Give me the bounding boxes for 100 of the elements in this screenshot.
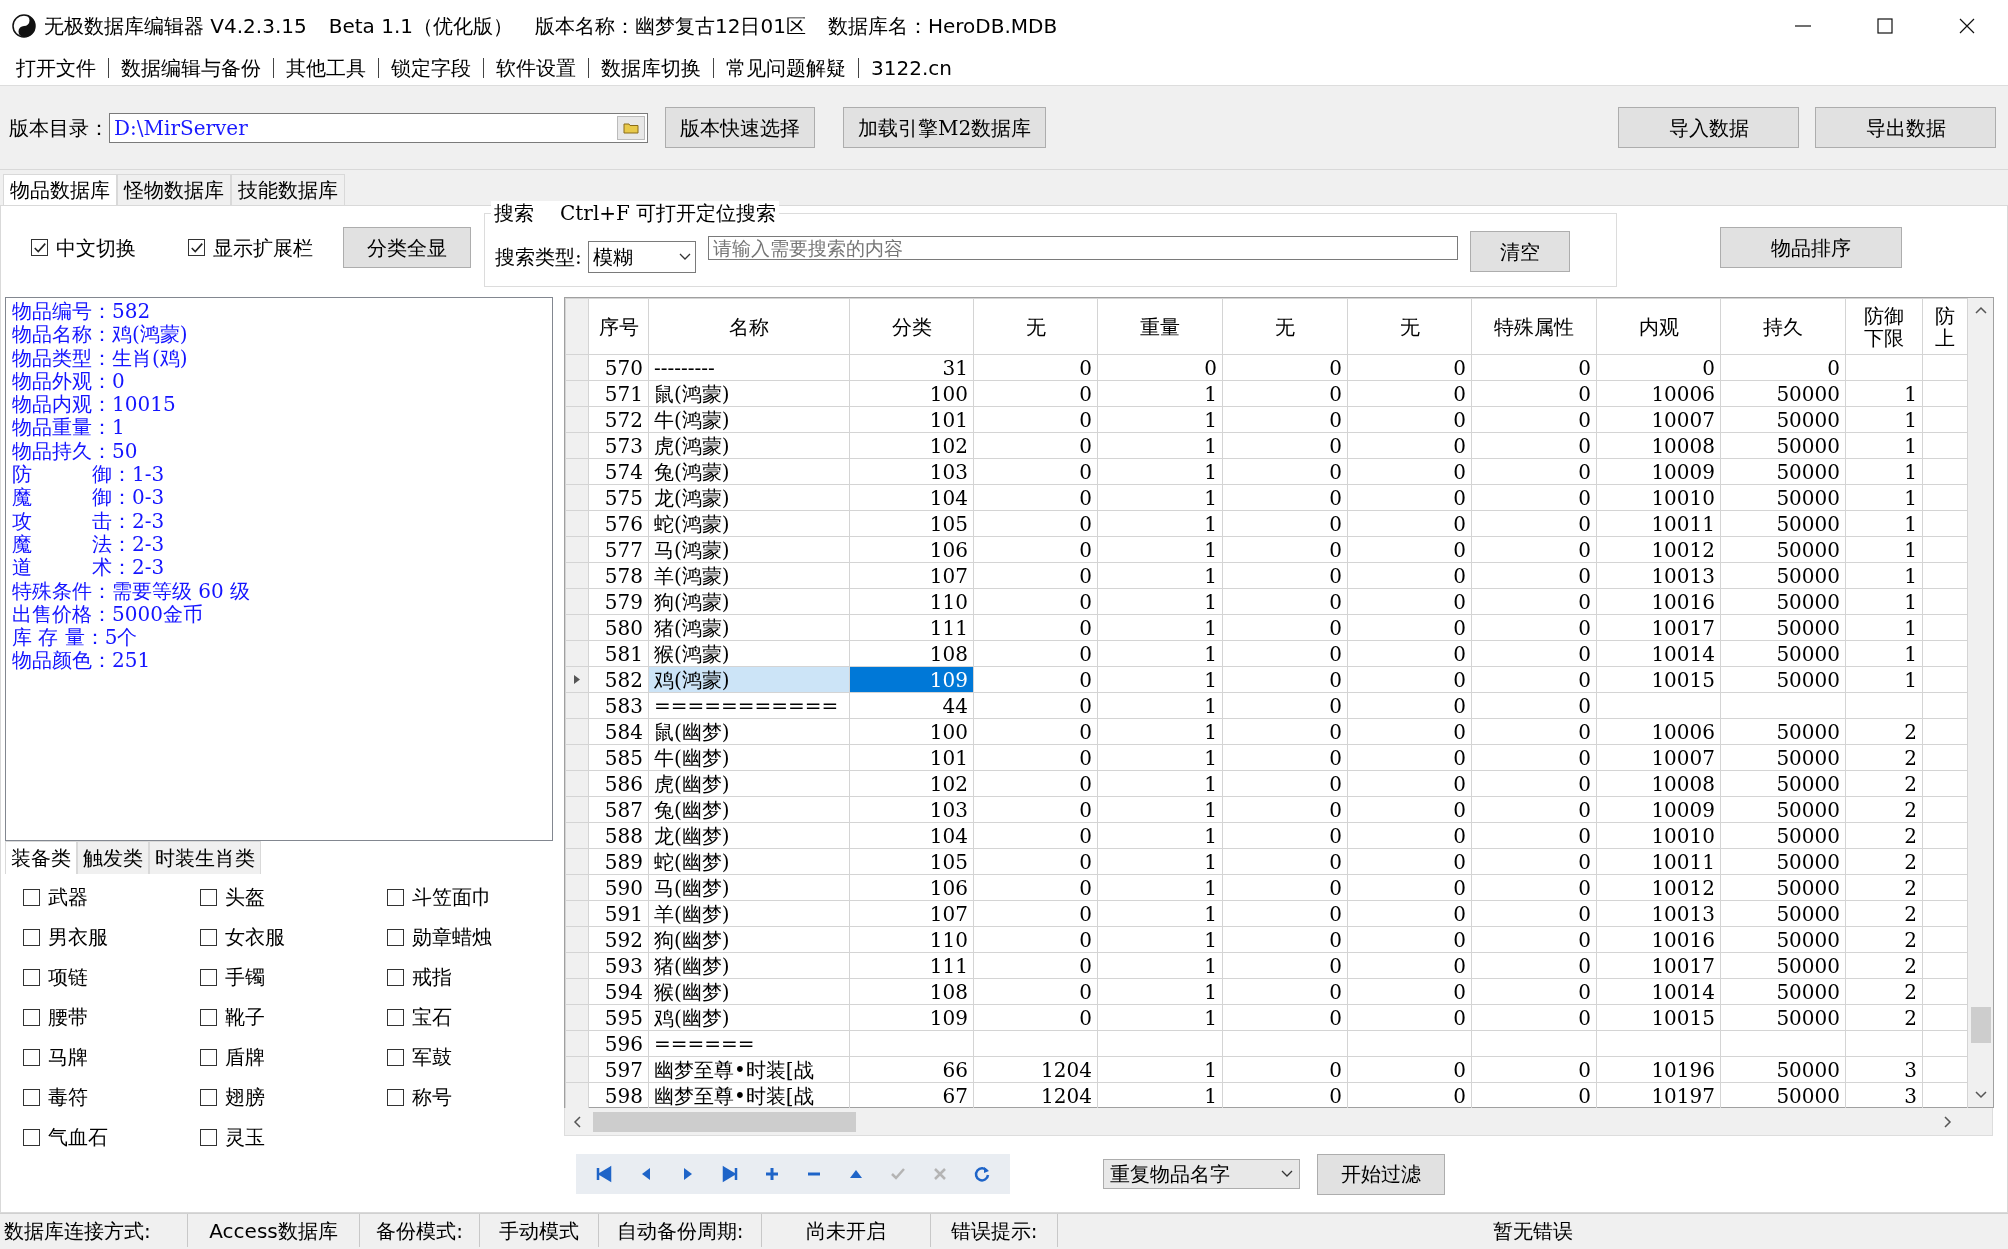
menu-item[interactable]: 打开文件 (4, 56, 108, 80)
table-cell: 0 (1222, 1004, 1348, 1031)
table-cell: 50000 (1720, 926, 1846, 953)
checkbox[interactable] (200, 968, 217, 986)
column-header[interactable]: 无 (1222, 298, 1348, 355)
checkbox[interactable] (200, 888, 217, 906)
tab[interactable]: 装备类 (5, 841, 77, 874)
column-header[interactable]: 内观 (1596, 298, 1721, 355)
menu-item[interactable]: 常见问题解疑 (714, 56, 858, 80)
vertical-scrollbar[interactable] (1968, 298, 1993, 1107)
horizontal-scrollbar[interactable] (564, 1108, 1993, 1136)
checkbox-label: 毒符 (48, 1084, 88, 1111)
column-header[interactable]: 防上 (1922, 298, 1968, 355)
toolbar-button[interactable]: 加载引擎M2数据库 (843, 107, 1047, 148)
toolbar-button[interactable]: 导入数据 (1618, 107, 1799, 148)
toolbar-button[interactable]: 版本快速选择 (665, 107, 815, 148)
checkbox-label: 气血石 (48, 1124, 108, 1151)
menu-item[interactable]: 其他工具 (274, 56, 378, 80)
menu-item[interactable]: 数据库切换 (589, 56, 713, 80)
tab[interactable]: 时装生肖类 (149, 841, 261, 874)
table-cell: 587 (588, 796, 649, 823)
table-cell: 10009 (1596, 796, 1721, 823)
column-header[interactable]: 重量 (1097, 298, 1223, 355)
table-cell: 0 (1222, 432, 1348, 459)
menu-item[interactable]: 软件设置 (484, 56, 588, 80)
tab[interactable]: 物品数据库 (3, 174, 117, 205)
table-cell: 0 (973, 952, 1098, 979)
column-header[interactable]: 防御下限 (1845, 298, 1923, 355)
table-cell: 2 (1845, 926, 1923, 953)
checkbox[interactable] (200, 1048, 217, 1066)
directory-field[interactable]: D:\MirServer (109, 112, 648, 143)
checkbox[interactable] (387, 968, 404, 986)
menu-item[interactable]: 锁定字段 (379, 56, 483, 80)
column-header[interactable]: 名称 (648, 298, 850, 355)
scroll-thumb[interactable] (593, 1111, 856, 1132)
checkbox[interactable] (23, 888, 40, 906)
tab[interactable]: 技能数据库 (231, 174, 345, 205)
checkbox[interactable] (23, 968, 40, 986)
checkbox[interactable] (387, 1088, 404, 1106)
filter-button[interactable]: 开始过滤 (1317, 1153, 1445, 1195)
table-cell: 1 (1097, 666, 1223, 693)
table-cell: 0 (1471, 692, 1597, 719)
sort-button[interactable]: 物品排序 (1720, 227, 1902, 268)
column-header[interactable]: 分类 (849, 298, 974, 355)
column-header[interactable]: 无 (973, 298, 1098, 355)
column-header[interactable]: 持久 (1720, 298, 1846, 355)
column-header[interactable]: 序号 (588, 298, 649, 355)
checkbox[interactable] (23, 1088, 40, 1106)
table-cell: 0 (973, 614, 1098, 641)
tab[interactable]: 触发类 (77, 841, 149, 874)
toolbar-button[interactable]: 导出数据 (1815, 107, 1996, 148)
checkbox[interactable] (387, 928, 404, 946)
scroll-thumb[interactable] (1970, 1007, 1991, 1043)
browse-button[interactable] (617, 115, 645, 140)
table-cell: 578 (588, 562, 649, 589)
table-cell: 0 (1471, 744, 1597, 771)
column-header[interactable]: 特殊属性 (1471, 298, 1597, 355)
table-cell: 597 (588, 1056, 649, 1083)
tab[interactable]: 怪物数据库 (117, 174, 231, 205)
table-cell: 2 (1845, 952, 1923, 979)
checkbox[interactable] (200, 1128, 217, 1146)
table-cell: 0 (973, 926, 1098, 953)
checkbox[interactable] (188, 239, 205, 256)
checkbox[interactable] (23, 1128, 40, 1146)
table-cell: 577 (588, 536, 649, 563)
checkbox[interactable] (31, 239, 48, 256)
check-icon (189, 240, 204, 255)
checkbox-label: 勋章蜡烛 (412, 924, 492, 951)
table-cell: 0 (1471, 952, 1597, 979)
checkbox[interactable] (387, 1048, 404, 1066)
table-cell: 586 (588, 770, 649, 797)
table-cell: 10014 (1596, 640, 1721, 667)
checkbox[interactable] (387, 888, 404, 906)
checkbox[interactable] (200, 1088, 217, 1106)
table-cell: 龙(鸿蒙) (648, 484, 850, 511)
checkbox[interactable] (387, 1008, 404, 1026)
checkbox[interactable] (23, 1008, 40, 1026)
search-type-dropdown[interactable]: 模糊 (587, 240, 696, 273)
show-all-button[interactable]: 分类全显 (343, 227, 471, 268)
filter-dropdown[interactable]: 重复物品名字 (1103, 1159, 1300, 1189)
checkbox[interactable] (200, 1008, 217, 1026)
info-line: 物品类型：生肖(鸡) (12, 346, 189, 370)
table-cell: 103 (849, 458, 974, 485)
table-cell: 0 (973, 640, 1098, 667)
menu-item[interactable]: 数据编辑与备份 (109, 56, 273, 80)
checkbox[interactable] (23, 1048, 40, 1066)
checkbox[interactable] (23, 928, 40, 946)
checkbox[interactable] (200, 928, 217, 946)
checkbox-label: 盾牌 (225, 1044, 265, 1071)
menu-item[interactable]: 3122.cn (859, 56, 964, 80)
column-header[interactable]: 无 (1347, 298, 1472, 355)
table-cell: 1 (1097, 588, 1223, 615)
table-cell: 101 (849, 744, 974, 771)
table-cell: 105 (849, 848, 974, 875)
table-cell: 1 (1097, 510, 1223, 537)
search-field[interactable]: 请输入需要搜索的内容 (707, 235, 1458, 260)
table-cell: 0 (1097, 354, 1223, 381)
table-cell: 0 (1471, 536, 1597, 563)
clear-button[interactable]: 清空 (1469, 231, 1570, 272)
table-cell: 兔(鸿蒙) (648, 458, 850, 485)
